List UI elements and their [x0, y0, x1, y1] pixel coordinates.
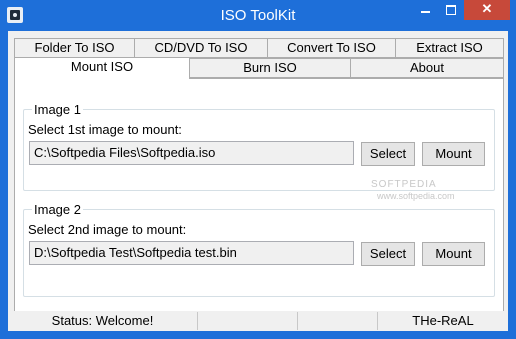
close-icon[interactable]: ✕	[464, 0, 510, 20]
image2-select-button[interactable]: Select	[361, 242, 415, 266]
status-author: THe-ReAL	[412, 313, 474, 328]
watermark-brand: SOFTPEDIA	[371, 179, 437, 190]
image1-prompt: Select 1st image to mount:	[28, 122, 182, 137]
status-panel-2	[198, 312, 298, 330]
tab-about[interactable]: About	[350, 58, 504, 78]
status-panel-3	[298, 312, 378, 330]
image2-path-field[interactable]: D:\Softpedia Test\Softpedia test.bin	[29, 241, 354, 265]
image2-mount-button[interactable]: Mount	[422, 242, 485, 266]
title-bar: ISO ToolKit ✕	[0, 0, 516, 31]
tab-mount-iso[interactable]: Mount ISO	[14, 57, 190, 79]
app-window: ISO ToolKit ✕ Folder To ISO CD/DVD To IS…	[0, 0, 516, 339]
minimize-icon[interactable]	[412, 0, 438, 20]
image1-select-button[interactable]: Select	[361, 142, 415, 166]
watermark-url: www.softpedia.com	[377, 191, 455, 201]
status-message: Status: Welcome!	[8, 312, 198, 330]
tab-extract-iso[interactable]: Extract ISO	[395, 38, 504, 58]
tab-cd-dvd-to-iso[interactable]: CD/DVD To ISO	[134, 38, 268, 58]
image1-legend: Image 1	[32, 102, 83, 117]
tab-folder-to-iso[interactable]: Folder To ISO	[14, 38, 135, 58]
client-area: Folder To ISO CD/DVD To ISO Convert To I…	[8, 31, 508, 331]
image2-prompt: Select 2nd image to mount:	[28, 222, 187, 237]
image1-path-field[interactable]: C:\Softpedia Files\Softpedia.iso	[29, 141, 354, 165]
image2-legend: Image 2	[32, 202, 83, 217]
mount-iso-panel: Image 1 Select 1st image to mount: C:\So…	[14, 78, 504, 323]
tab-burn-iso[interactable]: Burn ISO	[189, 58, 351, 78]
tab-convert-to-iso[interactable]: Convert To ISO	[267, 38, 396, 58]
image2-group: Image 2 Select 2nd image to mount: D:\So…	[23, 202, 495, 297]
status-bar: Status: Welcome! THe-ReAL	[8, 311, 508, 331]
image1-mount-button[interactable]: Mount	[422, 142, 485, 166]
maximize-icon[interactable]	[438, 0, 464, 20]
